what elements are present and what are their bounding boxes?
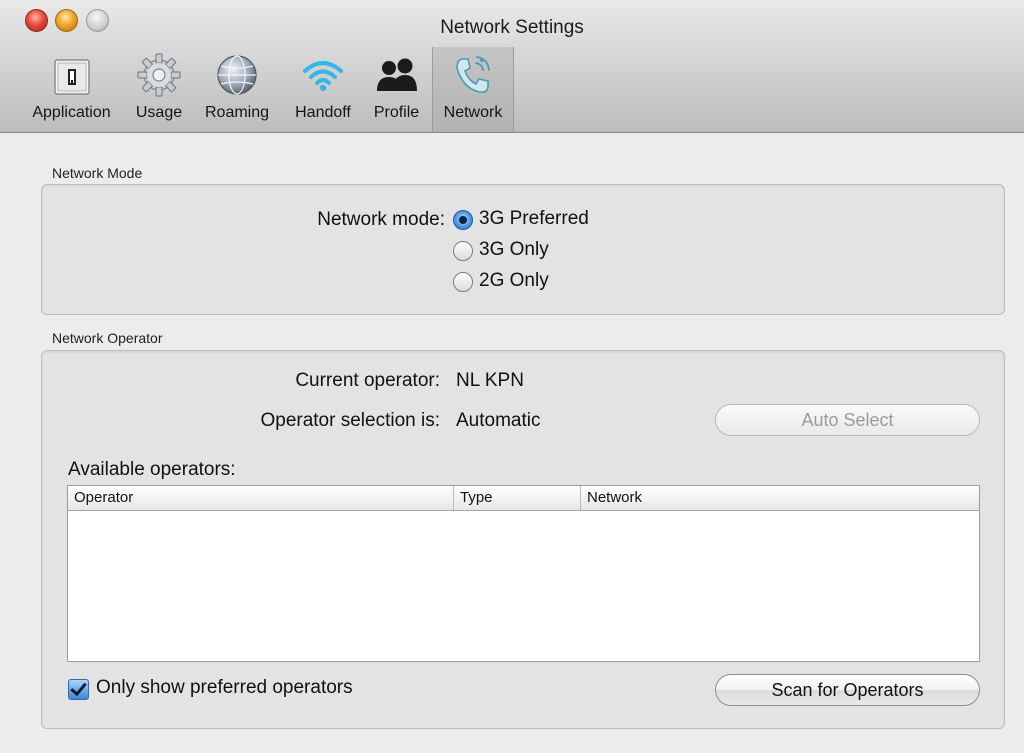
network-mode-label: Network mode: bbox=[317, 209, 445, 230]
toolbar-label-handoff: Handoff bbox=[295, 104, 351, 121]
gear-icon bbox=[137, 53, 181, 97]
toolbar-label-roaming: Roaming bbox=[204, 104, 270, 121]
window-title: Network Settings bbox=[440, 17, 584, 38]
current-operator-value: NL KPN bbox=[456, 370, 524, 391]
column-header-operator[interactable]: Operator bbox=[68, 486, 453, 510]
radio-button[interactable] bbox=[453, 272, 473, 292]
toolbar-item-handoff[interactable]: Handoff bbox=[286, 47, 360, 132]
available-operators-label: Available operators: bbox=[68, 459, 236, 480]
network-mode-section-title: Network Mode bbox=[52, 165, 143, 181]
toolbar-item-network[interactable]: Network bbox=[432, 47, 514, 132]
operators-table[interactable]: Operator Type Network bbox=[67, 485, 980, 662]
operators-table-header: Operator Type Network bbox=[68, 486, 979, 511]
toolbar-item-roaming[interactable]: Roaming bbox=[197, 47, 277, 132]
toolbar-label-profile: Profile bbox=[373, 104, 420, 121]
scan-for-operators-button[interactable]: Scan for Operators bbox=[715, 674, 980, 706]
only-preferred-checkbox[interactable] bbox=[68, 679, 89, 700]
only-preferred-label[interactable]: Only show preferred operators bbox=[96, 677, 353, 699]
globe-icon bbox=[217, 55, 257, 95]
radio-3g-preferred-label: 3G Preferred bbox=[479, 208, 589, 229]
toolbar-label-application: Application bbox=[32, 104, 111, 121]
operator-selection-value: Automatic bbox=[456, 410, 541, 431]
radio-button-selected[interactable] bbox=[453, 210, 473, 230]
radio-button[interactable] bbox=[453, 241, 473, 261]
toolbar-label-usage: Usage bbox=[135, 104, 183, 121]
people-icon bbox=[376, 58, 417, 91]
network-settings-window: Network Settings Application Usage Roami… bbox=[0, 0, 1024, 753]
column-header-type[interactable]: Type bbox=[453, 486, 580, 510]
wifi-icon bbox=[303, 61, 343, 92]
operator-selection-label: Operator selection is: bbox=[260, 410, 440, 431]
network-operator-section-title: Network Operator bbox=[52, 330, 163, 346]
application-icon bbox=[53, 59, 90, 95]
toolbar-item-application[interactable]: Application bbox=[22, 47, 121, 132]
column-header-network[interactable]: Network bbox=[580, 486, 979, 510]
auto-select-button[interactable]: Auto Select bbox=[715, 404, 980, 436]
toolbar-label-network: Network bbox=[443, 104, 503, 121]
toolbar-item-profile[interactable]: Profile bbox=[368, 47, 425, 132]
radio-2g-only-label: 2G Only bbox=[479, 270, 549, 291]
phone-icon bbox=[456, 56, 490, 93]
title-toolbar-bar: Network Settings Application Usage Roami… bbox=[0, 0, 1024, 133]
current-operator-label: Current operator: bbox=[295, 370, 440, 391]
toolbar-item-usage[interactable]: Usage bbox=[131, 47, 187, 132]
radio-3g-only-label: 3G Only bbox=[479, 239, 549, 260]
